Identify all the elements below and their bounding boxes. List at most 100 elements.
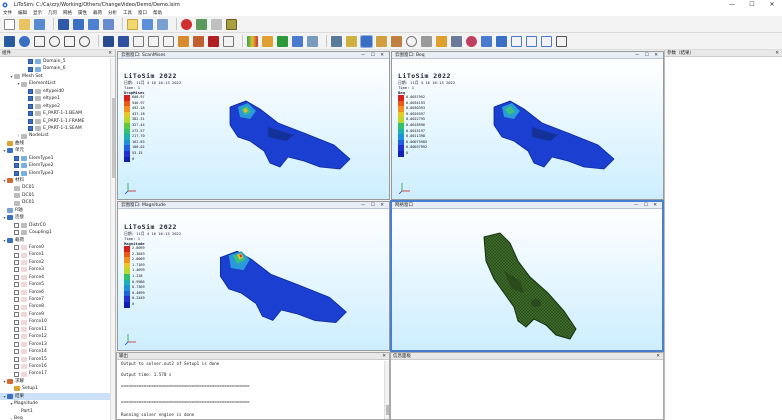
tree-node[interactable]: Force9	[0, 311, 110, 318]
tree-node[interactable]: Force8	[0, 303, 110, 310]
viewport-beq[interactable]: 云图窗口: Beq — ☐ ✕ LiToSim 2022 日期: 11月 4 16…	[391, 51, 664, 200]
viewport-scanmises[interactable]: 云图窗口: ScanMises — ☐ ✕ LiToSim 2022 日期: 11…	[117, 51, 390, 200]
new-file-icon[interactable]	[4, 18, 15, 30]
contour-icon[interactable]	[247, 35, 258, 47]
layer-icon[interactable]	[451, 35, 462, 47]
tree-node[interactable]: 曲线	[0, 140, 110, 147]
tree-node[interactable]: Force11	[0, 326, 110, 333]
viewport-canvas[interactable]	[392, 209, 662, 350]
star-icon[interactable]	[436, 35, 447, 47]
viewport-mesh[interactable]: 网格窗口 — ☐ ✕	[390, 200, 664, 352]
visibility-checkbox[interactable]	[14, 349, 19, 355]
tree-node[interactable]: DistrC0	[0, 222, 110, 229]
mesh-tool-icon[interactable]	[103, 18, 114, 30]
tree-node[interactable]: Force14	[0, 348, 110, 355]
node-icon[interactable]	[331, 35, 342, 47]
note-icon[interactable]	[127, 18, 138, 30]
tree-scrollbar[interactable]	[110, 58, 115, 420]
grid-icon[interactable]	[421, 35, 432, 47]
tree-node[interactable]: Setup1	[0, 385, 110, 392]
tree-node[interactable]: Force6	[0, 289, 110, 296]
select-icon[interactable]	[118, 35, 129, 47]
visibility-checkbox[interactable]	[14, 371, 19, 377]
pointer-icon[interactable]	[360, 34, 373, 48]
viewport-controls[interactable]: — ☐ ✕	[634, 202, 662, 208]
box-select-icon[interactable]	[376, 35, 387, 47]
tree-node[interactable]: ▾ 载荷	[0, 237, 110, 244]
settings-icon[interactable]	[211, 18, 222, 30]
visibility-checkbox[interactable]	[14, 341, 19, 347]
menu-window[interactable]: 窗口	[138, 10, 147, 16]
tree-node[interactable]: R轴	[0, 207, 110, 214]
visibility-checkbox[interactable]	[14, 222, 19, 228]
tree-node[interactable]: Force10	[0, 318, 110, 325]
menu-geometry[interactable]: 几何	[48, 10, 57, 16]
tree-node[interactable]: › NodeList	[0, 132, 110, 139]
viewport-magnitude[interactable]: 云图窗口: Magnitude — ☐ ✕ LiToSim 2022 日期: 11…	[117, 201, 390, 351]
visibility-checkbox[interactable]	[28, 118, 33, 124]
sphere-icon[interactable]	[466, 35, 477, 47]
visibility-checkbox[interactable]	[14, 282, 19, 288]
tree-node[interactable]: ▾ Mesh Set	[0, 73, 110, 80]
tile-view-icon[interactable]	[556, 35, 567, 47]
tree-node[interactable]: ElemType3	[0, 170, 110, 177]
visibility-checkbox[interactable]	[14, 326, 19, 332]
tree-node[interactable]: Force16	[0, 363, 110, 370]
menu-property[interactable]: 属性	[78, 10, 87, 16]
section-icon[interactable]	[208, 35, 219, 47]
tree-node[interactable]: Force0	[0, 244, 110, 251]
visibility-checkbox[interactable]	[14, 312, 19, 318]
tree-node[interactable]: Coupling1	[0, 229, 110, 236]
visibility-checkbox[interactable]	[28, 66, 33, 72]
minimize-button[interactable]: —	[722, 0, 742, 9]
panel-close-icon[interactable]: ✕	[108, 50, 115, 56]
visibility-checkbox[interactable]	[28, 111, 33, 117]
tree-node[interactable]: ElemType2	[0, 162, 110, 169]
parameter-panel-close-icon[interactable]: ✕	[775, 50, 782, 56]
open-folder-icon[interactable]	[19, 18, 30, 30]
tree-node[interactable]: DC01	[0, 192, 110, 199]
visibility-checkbox[interactable]	[28, 96, 33, 102]
tree-node[interactable]: E_PART-1-1.BEAM	[0, 110, 110, 117]
zoom-icon[interactable]	[64, 35, 75, 47]
visibility-checkbox[interactable]	[14, 155, 19, 161]
cube-icon[interactable]	[178, 35, 189, 47]
tree-node[interactable]: Domain_6	[0, 65, 110, 72]
tree-node[interactable]: Force5	[0, 281, 110, 288]
chart-icon[interactable]	[262, 35, 273, 47]
close-button[interactable]: ✕	[762, 0, 782, 9]
tree-node[interactable]: ▾ 求解	[0, 378, 110, 385]
wire-icon[interactable]	[223, 35, 234, 47]
play-icon[interactable]	[277, 35, 288, 47]
visibility-checkbox[interactable]	[28, 126, 33, 132]
tree-node[interactable]: Part1	[0, 408, 110, 415]
link-icon[interactable]	[88, 18, 99, 30]
menu-file[interactable]: 文件	[3, 10, 12, 16]
tree-node[interactable]: ▾ 材料	[0, 177, 110, 184]
back-view-icon[interactable]	[148, 35, 159, 47]
viewport-controls[interactable]: — ☐ ✕	[361, 202, 389, 208]
tree-node[interactable]: Force17	[0, 370, 110, 377]
visibility-checkbox[interactable]	[14, 260, 19, 266]
run-icon[interactable]	[196, 18, 207, 30]
tree-node[interactable]: Force3	[0, 266, 110, 273]
tree-node[interactable]: DC01	[0, 184, 110, 191]
tree-node[interactable]: DC01	[0, 199, 110, 206]
tree-node[interactable]: eltype1	[0, 95, 110, 102]
visibility-checkbox[interactable]	[14, 267, 19, 273]
maximize-button[interactable]: ☐	[742, 0, 762, 9]
tree-node[interactable]: ▾ 结果	[0, 392, 110, 401]
visibility-checkbox[interactable]	[14, 319, 19, 325]
visibility-checkbox[interactable]	[14, 304, 19, 310]
visibility-checkbox[interactable]	[14, 252, 19, 258]
stop-icon[interactable]	[181, 18, 192, 30]
front-view-icon[interactable]	[133, 35, 144, 47]
visibility-checkbox[interactable]	[14, 274, 19, 280]
region-icon[interactable]	[391, 35, 402, 47]
probe-icon[interactable]	[307, 35, 318, 47]
tree-node[interactable]: eltype2	[0, 103, 110, 110]
visibility-checkbox[interactable]	[14, 289, 19, 295]
box4-icon[interactable]	[526, 35, 537, 47]
menu-load[interactable]: 载荷	[93, 10, 102, 16]
tree-node[interactable]: › Beq	[0, 415, 110, 420]
